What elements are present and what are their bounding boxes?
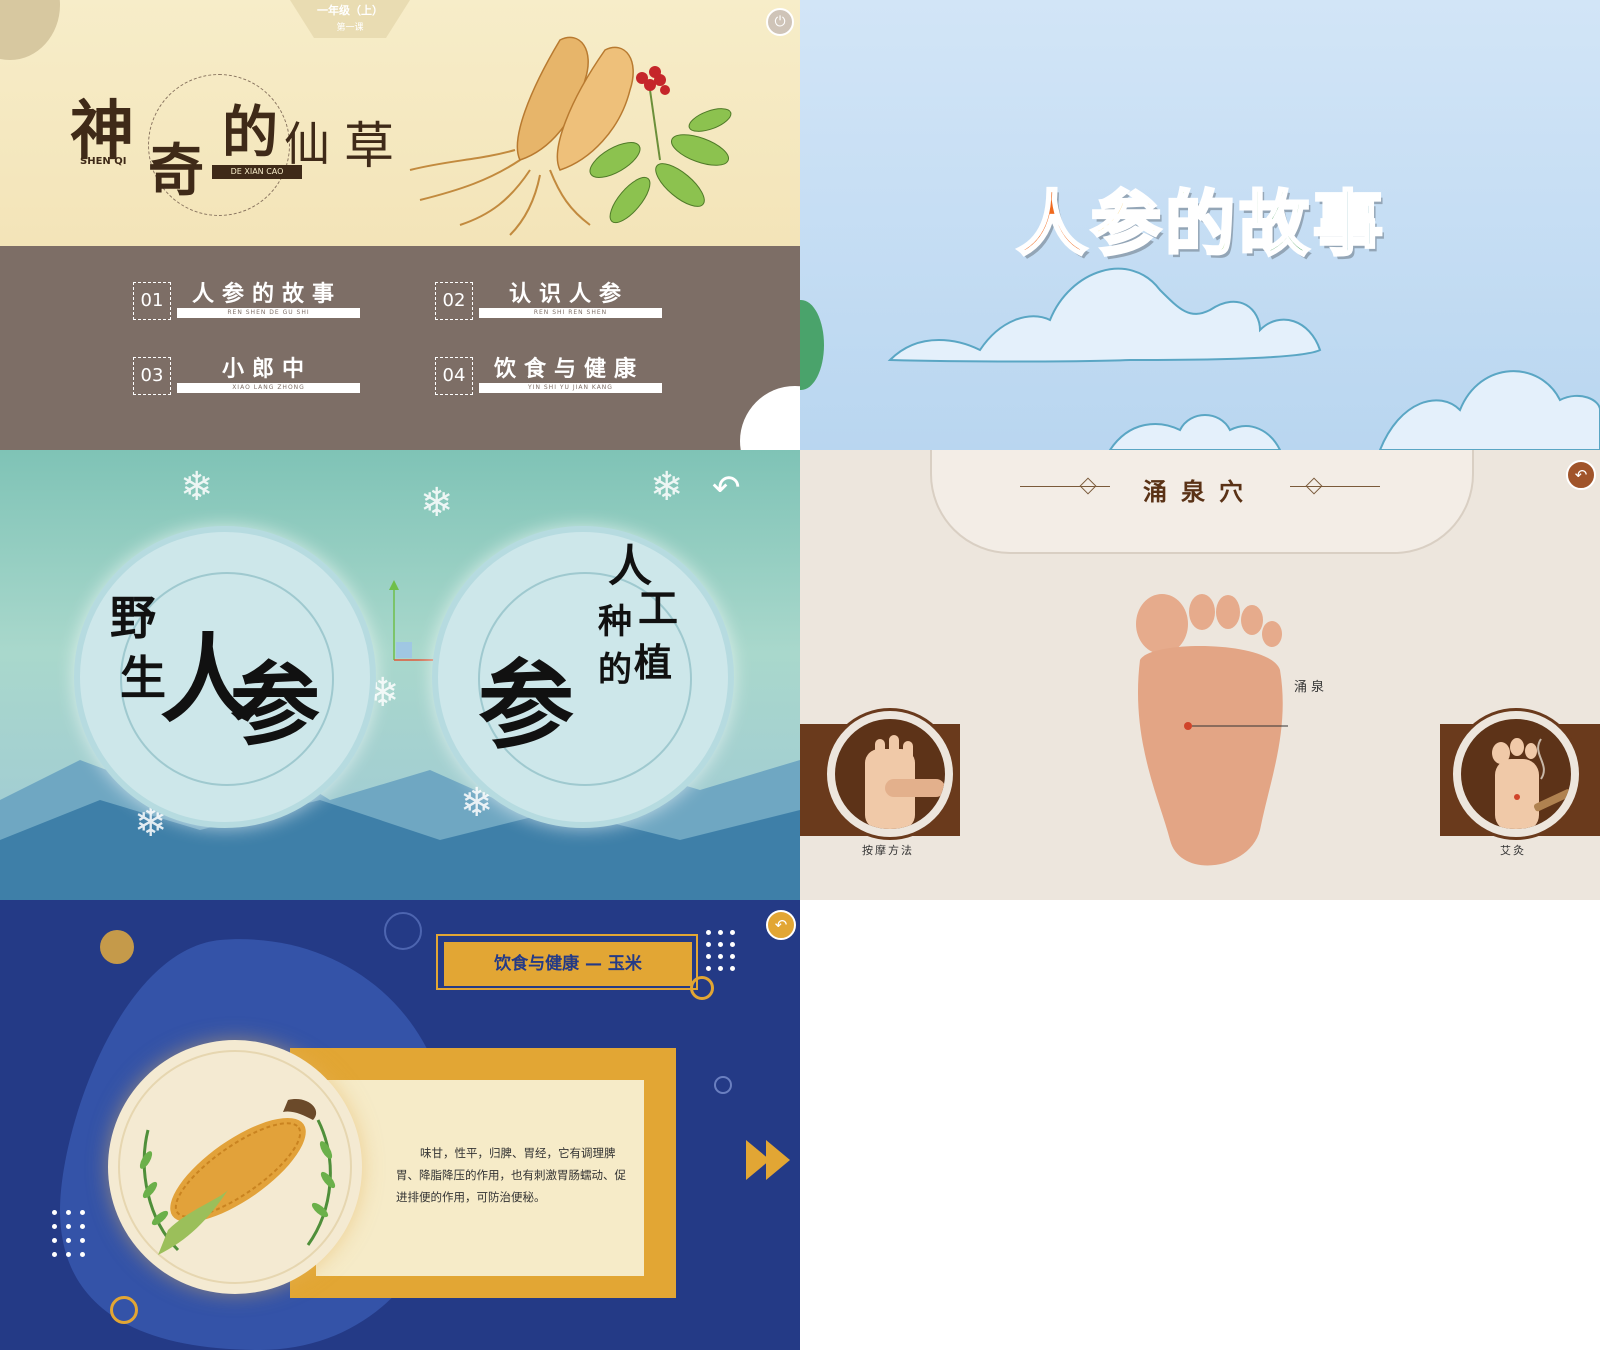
cloud-decor xyxy=(887,267,1600,450)
snowflake-icon: ❄ xyxy=(420,480,454,526)
acupoint-title: 涌泉穴 xyxy=(1143,477,1257,506)
decor-ring xyxy=(384,912,422,950)
back-arrow-icon[interactable]: ↶ xyxy=(1566,460,1596,490)
divider xyxy=(0,244,800,246)
corn-description: 味甘，性平，归脾、胃经，它有调理脾胃、降脂降压的作用，也有刺激胃肠蠕动、促进排便… xyxy=(396,1146,626,1204)
acupoint-panel: 涌泉穴 ↶ 涌泉 按摩方法 艾灸 xyxy=(800,450,1600,900)
moxibustion-label: 艾灸 xyxy=(1500,844,1526,857)
play-next-icon[interactable] xyxy=(746,1140,796,1180)
pinyin-shenqi: SHEN QI xyxy=(80,156,127,167)
diet-health-panel: ↶ 饮食与健康 — 玉米 味甘，性平，归脾、胃经，它有调理脾胃、降脂降压的作用，… xyxy=(0,900,800,1350)
menu-number: 02 xyxy=(435,282,473,320)
moxibustion-button[interactable] xyxy=(1450,708,1582,840)
menu-pinyin: XIAO LANG ZHONG xyxy=(177,383,360,393)
menu-pinyin: REN SHEN DE GU SHI xyxy=(177,308,360,318)
menu-label: 饮食与健康 xyxy=(493,357,644,382)
title-char: 草 xyxy=(344,117,394,175)
decor-arc xyxy=(740,386,800,450)
lesson-label: 第一课 xyxy=(336,23,364,33)
menu-pinyin: REN SHI REN SHEN xyxy=(479,308,662,318)
menu-item-diet-health[interactable]: 04 饮食与健康 YIN SHI YU JIAN KANG xyxy=(435,355,665,399)
menu-number: 01 xyxy=(133,282,171,320)
cultivated-ginseng-option[interactable]: 人 工 种 植 的 参 xyxy=(432,526,734,828)
grade-label: 一年级（上） xyxy=(317,4,383,17)
wild-ginseng-option[interactable]: 野 生 人 参 xyxy=(74,526,376,828)
disc-char: 参 xyxy=(230,652,320,758)
foot-sole-illustration xyxy=(1136,594,1288,866)
menu-item-know-ginseng[interactable]: 02 认识人参 REN SHI REN SHEN xyxy=(435,280,665,324)
disc-char: 种 xyxy=(598,602,632,642)
title-char: 的 xyxy=(222,100,278,166)
story-title-panel: 人参的故事 xyxy=(800,0,1600,450)
disc-char: 植 xyxy=(634,640,673,685)
back-arrow-icon[interactable]: ↶ xyxy=(766,910,796,940)
snowflake-icon: ❄ xyxy=(180,464,214,510)
menu-label: 人参的故事 xyxy=(191,282,342,307)
moxibustion-illustration xyxy=(1461,719,1571,829)
title-char: 奇 xyxy=(148,138,204,204)
decor-ring xyxy=(714,1076,732,1094)
decor-ring xyxy=(110,1296,138,1324)
pinyin-dexiancao: DE XIAN CAO xyxy=(212,165,302,179)
disc-char: 参 xyxy=(478,649,574,762)
massage-hand-illustration xyxy=(835,719,945,829)
lesson-title-panel: 一年级（上） 第一课 ⏻ 神 奇 的 仙 草 SHEN QI DE XIAN C… xyxy=(0,0,800,450)
corn-plate-illustration xyxy=(108,1040,362,1294)
menu-number: 03 xyxy=(133,357,171,395)
decor-leaf xyxy=(800,300,824,390)
massage-method-label: 按摩方法 xyxy=(862,844,914,857)
acupoint-point-label: 涌泉 xyxy=(1294,680,1329,695)
menu-pinyin: YIN SHI YU JIAN KANG xyxy=(479,383,662,393)
menu-item-story[interactable]: 01 人参的故事 REN SHEN DE GU SHI xyxy=(133,280,363,324)
menu-label: 小郎中 xyxy=(221,357,312,382)
decor-dot xyxy=(100,930,134,964)
title-rule-right xyxy=(1290,486,1380,487)
diet-header: 饮食与健康 — 玉米 xyxy=(494,954,642,974)
menu-number: 04 xyxy=(435,357,473,395)
ginseng-root-illustration xyxy=(409,36,732,236)
menu-item-little-doctor[interactable]: 03 小郎中 XIAO LANG ZHONG xyxy=(133,355,363,399)
disc-char: 野 xyxy=(110,591,156,645)
power-icon[interactable]: ⏻ xyxy=(766,8,794,36)
menu-label: 认识人参 xyxy=(508,282,629,307)
disc-char: 的 xyxy=(598,650,632,690)
disc-char: 工 xyxy=(638,585,678,632)
wild-vs-cultivated-panel: ❄ ❄ ❄ ❄ ❄ ❄ ↶ 野 生 人 参 人 工 种 植 的 参 xyxy=(0,450,800,900)
massage-method-button[interactable] xyxy=(824,708,956,840)
snowflake-icon: ❄ xyxy=(650,464,684,510)
back-arrow-icon[interactable]: ↶ xyxy=(712,468,741,508)
